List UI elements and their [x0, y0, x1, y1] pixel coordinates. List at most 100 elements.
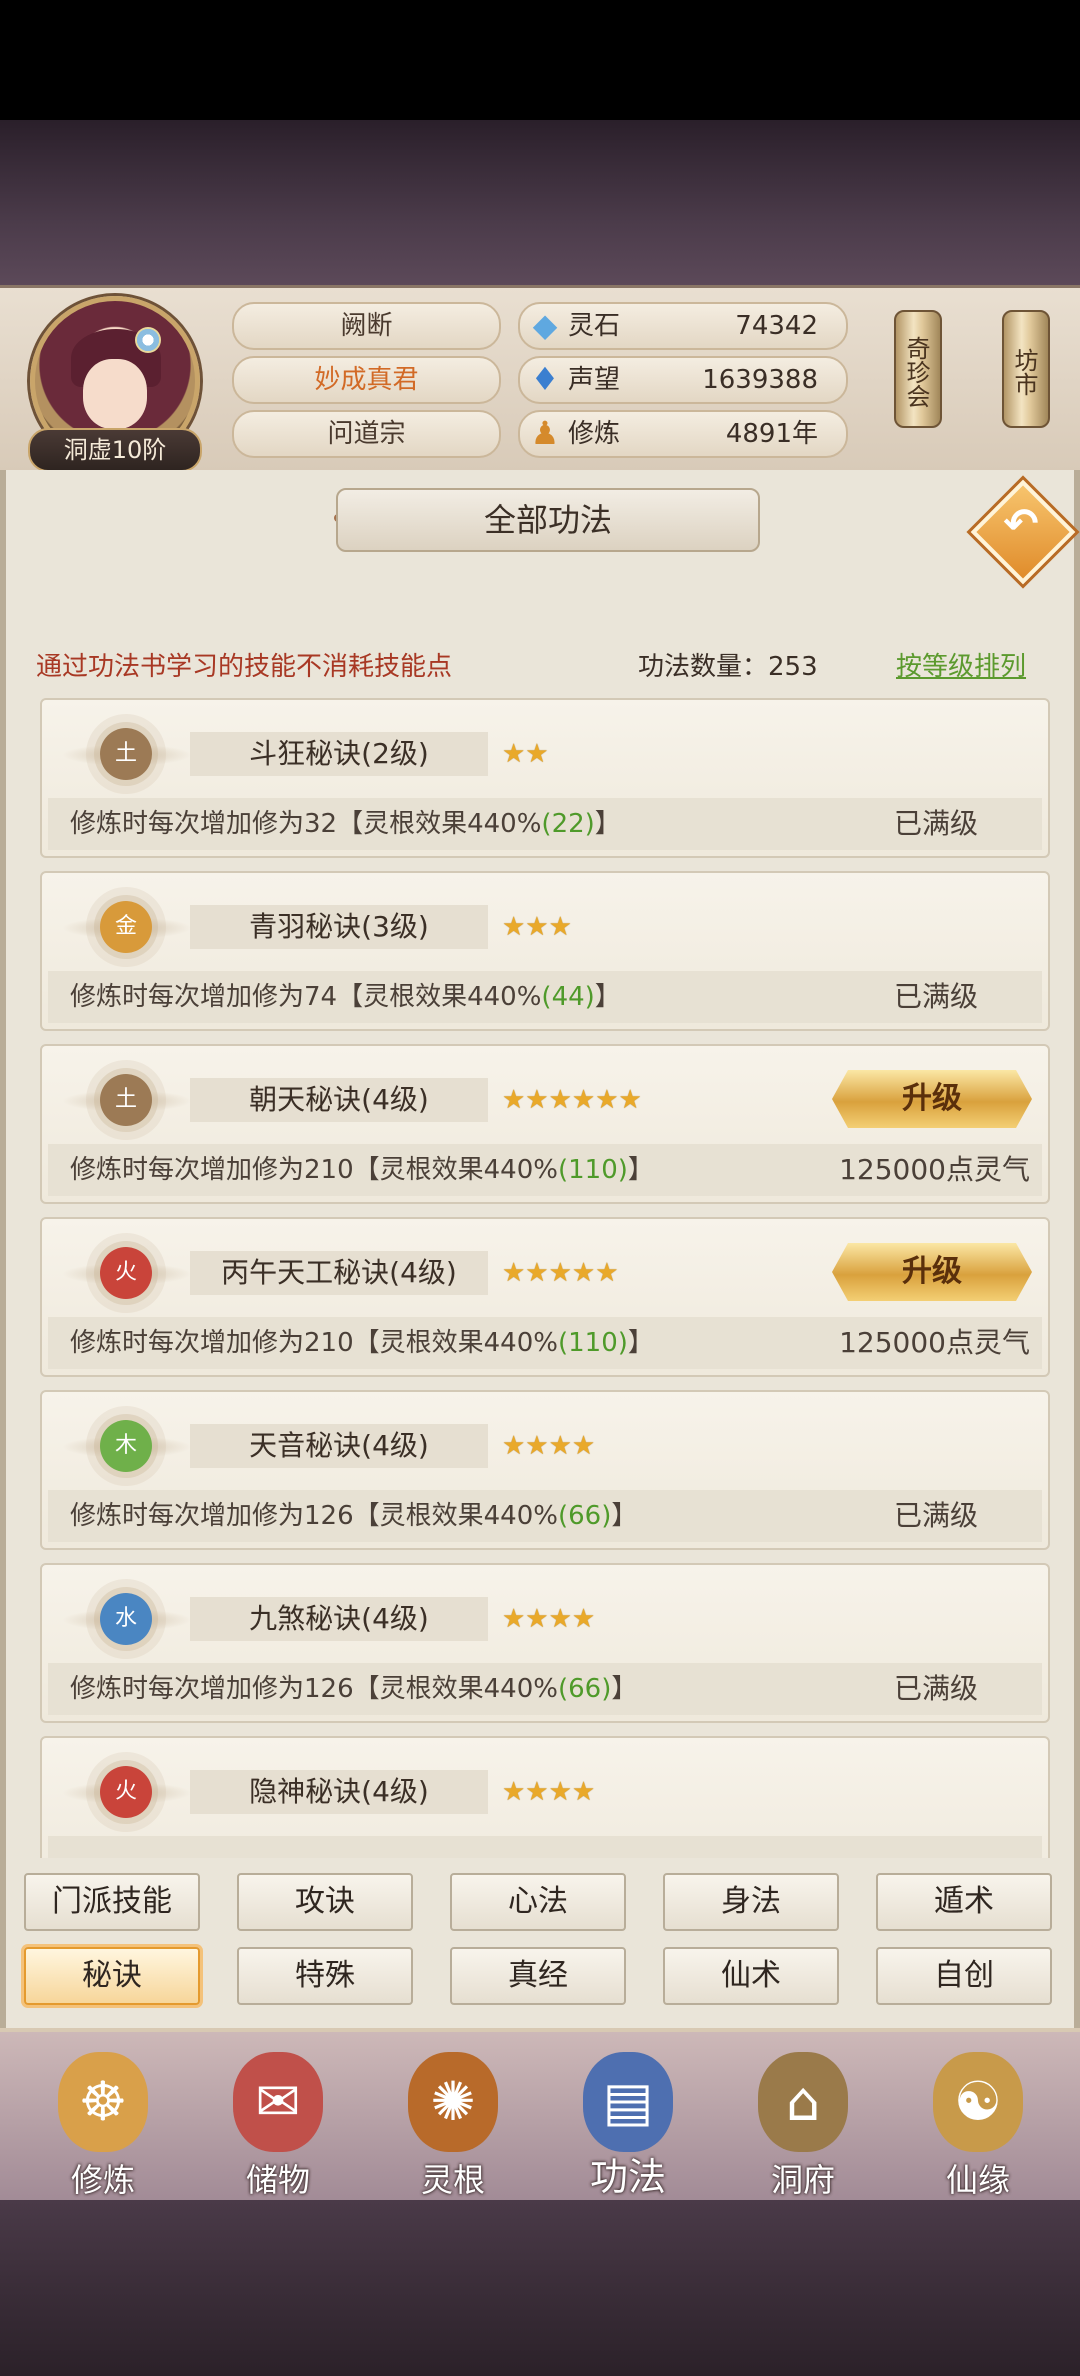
- desc-main: 修炼时每次增加修为32【灵根效果440%: [70, 809, 542, 839]
- skill-description: 修炼时每次增加修为126【灵根效果440%(66)】: [70, 1494, 637, 1538]
- tab-9[interactable]: 自创: [876, 1947, 1052, 2005]
- skill-status: 已满级: [893, 807, 978, 840]
- skill-status: 已满级: [893, 980, 978, 1013]
- tab-1[interactable]: 攻诀: [237, 1873, 413, 1931]
- desc-bonus: (44): [541, 982, 595, 1012]
- desc-bonus: (22): [541, 809, 595, 839]
- skill-card[interactable]: 土 斗狂秘诀(2级) ★★ 修炼时每次增加修为32【灵根效果440%(22)】 …: [40, 698, 1050, 858]
- tab-8[interactable]: 仙术: [663, 1947, 839, 2005]
- market-button[interactable]: 坊市: [1002, 310, 1050, 428]
- cave-dwelling-icon: ⌂: [758, 2052, 848, 2152]
- skill-card[interactable]: 火 隐神秘诀(4级) ★★★★: [40, 1736, 1050, 1858]
- skill-status: 125000点灵气: [839, 1326, 1030, 1359]
- player-title: 妙成真君: [232, 356, 501, 404]
- skill-list[interactable]: 土 斗狂秘诀(2级) ★★ 修炼时每次增加修为32【灵根效果440%(22)】 …: [40, 698, 1052, 1858]
- skill-book-icon: ▤: [583, 2052, 673, 2152]
- element-badge-icon: 火: [100, 1766, 152, 1818]
- skill-description: 修炼时每次增加修为74【灵根效果440%(44)】: [70, 975, 621, 1019]
- nav-label: 修炼: [70, 2161, 135, 2199]
- skill-name: 九煞秘诀(4级): [190, 1597, 488, 1641]
- stat-cultivation: ♟ 修炼 4891年: [518, 410, 848, 458]
- immortal-fate-icon: ☯: [933, 2052, 1023, 2152]
- skill-description: 修炼时每次增加修为210【灵根效果440%(110)】: [70, 1148, 654, 1192]
- skill-name: 隐神秘诀(4级): [190, 1770, 488, 1814]
- desc-end: 】: [594, 809, 621, 839]
- star-rating: ★★★★: [502, 1604, 596, 1634]
- stat-spirit-stone: ◆ 灵石 74342: [518, 302, 848, 350]
- spirit-stone-icon: ◆: [532, 306, 558, 344]
- desc-main: 修炼时每次增加修为210【灵根效果440%: [70, 1155, 558, 1185]
- tab-7[interactable]: 真经: [450, 1947, 626, 2005]
- player-sect: 问道宗: [232, 410, 501, 458]
- skill-name: 朝天秘诀(4级): [190, 1078, 488, 1122]
- skill-panel: 全部功法 ↶ 通过功法书学习的技能不消耗技能点 功法数量：253 按等级排列 土…: [0, 470, 1080, 2028]
- desc-bonus: (66): [557, 1501, 612, 1531]
- desc-bonus: (110): [557, 1155, 628, 1185]
- element-badge-icon: 火: [100, 1247, 152, 1299]
- tab-6[interactable]: 特殊: [237, 1947, 413, 2005]
- skill-name: 天音秘诀(4级): [190, 1424, 488, 1468]
- tab-3[interactable]: 身法: [663, 1873, 839, 1931]
- panel-title: 全部功法: [336, 488, 760, 552]
- rank-badge: 洞虚10阶: [28, 428, 202, 472]
- nav-label: 灵根: [420, 2161, 485, 2199]
- skill-card[interactable]: 金 青羽秘诀(3级) ★★★ 修炼时每次增加修为74【灵根效果440%(44)】…: [40, 871, 1050, 1031]
- star-rating: ★★★★: [502, 1431, 596, 1461]
- tab-4[interactable]: 遁术: [876, 1873, 1052, 1931]
- desc-end: 】: [611, 1674, 638, 1704]
- nav-storage-bag[interactable]: ✉ 储物: [203, 2042, 353, 2207]
- nav-label: 洞府: [770, 2161, 835, 2199]
- star-rating: ★★: [502, 739, 549, 769]
- skill-status: 125000点灵气: [839, 1153, 1030, 1186]
- flower-ornament-icon: [135, 327, 161, 353]
- stat-label: 声望: [568, 365, 621, 395]
- desc-end: 】: [627, 1328, 654, 1358]
- back-arrow-icon: ↶: [1003, 499, 1039, 548]
- player-header: 洞虚10阶 阙断 妙成真君 问道宗 ◆ 灵石 74342 ♦ 声望 163938…: [0, 285, 1080, 476]
- skill-status: 已满级: [893, 1672, 978, 1705]
- desc-main: 修炼时每次增加修为126【灵根效果440%: [70, 1674, 558, 1704]
- skill-card[interactable]: 水 九煞秘诀(4级) ★★★★ 修炼时每次增加修为126【灵根效果440%(66…: [40, 1563, 1050, 1723]
- desc-bonus: (110): [557, 1328, 628, 1358]
- skill-description: 修炼时每次增加修为210【灵根效果440%(110)】: [70, 1321, 654, 1365]
- upgrade-button[interactable]: 升级: [832, 1243, 1032, 1301]
- desc-main: 修炼时每次增加修为74【灵根效果440%: [70, 982, 542, 1012]
- nav-spirit-root[interactable]: ✺ 灵根: [378, 2042, 528, 2207]
- star-rating: ★★★★: [502, 1777, 596, 1807]
- nav-immortal-fate[interactable]: ☯ 仙缘: [903, 2042, 1053, 2207]
- element-badge-icon: 土: [100, 1074, 152, 1126]
- tab-2[interactable]: 心法: [450, 1873, 626, 1931]
- star-rating: ★★★: [502, 912, 572, 942]
- back-button[interactable]: ↶: [970, 479, 1076, 585]
- stat-label: 灵石: [568, 311, 621, 341]
- skill-point-note: 通过功法书学习的技能不消耗技能点: [36, 652, 453, 682]
- desc-end: 】: [594, 982, 621, 1012]
- desc-end: 】: [627, 1155, 654, 1185]
- desc-bonus: (66): [557, 1674, 612, 1704]
- tab-0[interactable]: 门派技能: [24, 1873, 200, 1931]
- sort-by-level-link[interactable]: 按等级排列: [896, 646, 1026, 683]
- skill-name: 斗狂秘诀(2级): [190, 732, 488, 776]
- element-badge-icon: 水: [100, 1593, 152, 1645]
- skill-count: 功法数量：253: [638, 652, 818, 682]
- tab-5[interactable]: 秘诀: [24, 1947, 200, 2005]
- nav-skill-book[interactable]: ▤ 功法: [553, 2042, 703, 2207]
- desc-main: 修炼时每次增加修为210【灵根效果440%: [70, 1328, 558, 1358]
- skill-card[interactable]: 木 天音秘诀(4级) ★★★★ 修炼时每次增加修为126【灵根效果440%(66…: [40, 1390, 1050, 1550]
- skill-card[interactable]: 土 朝天秘诀(4级) ★★★★★★ 修炼时每次增加修为210【灵根效果440%(…: [40, 1044, 1050, 1204]
- stat-value: 1639388: [702, 365, 818, 395]
- treasure-fair-button[interactable]: 奇珍会: [894, 310, 942, 428]
- upgrade-button[interactable]: 升级: [832, 1070, 1032, 1128]
- nav-cultivate[interactable]: ☸ 修炼: [28, 2042, 178, 2207]
- reputation-icon: ♦: [530, 360, 560, 398]
- desc-end: 】: [611, 1501, 638, 1531]
- bottom-backdrop: [0, 2200, 1080, 2376]
- nav-cave-dwelling[interactable]: ⌂ 洞府: [728, 2042, 878, 2207]
- stat-value: 74342: [735, 311, 818, 341]
- element-badge-icon: 土: [100, 728, 152, 780]
- element-badge-icon: 金: [100, 901, 152, 953]
- nav-label: 功法: [589, 2155, 666, 2199]
- skill-card[interactable]: 火 丙午天工秘诀(4级) ★★★★★ 修炼时每次增加修为210【灵根效果440%…: [40, 1217, 1050, 1377]
- spirit-root-icon: ✺: [408, 2052, 498, 2152]
- stat-value: 4891年: [725, 419, 818, 449]
